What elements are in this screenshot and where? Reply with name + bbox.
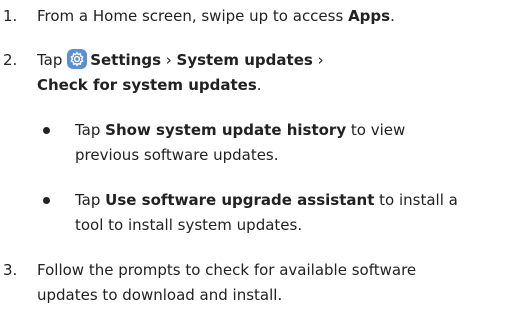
instructions-document: 1. From a Home screen, swipe up to acces…	[0, 0, 522, 319]
step-number: 1.	[3, 7, 18, 25]
check-updates-label: Check for system updates	[37, 76, 257, 94]
substep-text-cont: previous software updates.	[75, 146, 279, 164]
history-label: Show system update history	[105, 121, 347, 139]
settings-label: Settings	[90, 51, 161, 69]
substep-text: Tap Use software upgrade assistant to in…	[75, 191, 458, 209]
step-number: 2.	[3, 51, 18, 69]
substep-text-cont: tool to install system updates.	[75, 216, 303, 234]
step-text-cont: Check for system updates.	[37, 76, 262, 94]
bullet-icon	[43, 127, 50, 134]
assistant-label: Use software upgrade assistant	[105, 191, 375, 209]
step-text-cont: updates to download and install.	[37, 286, 283, 304]
bullet-icon	[43, 197, 50, 204]
step-number: 3.	[3, 261, 18, 279]
step-text: From a Home screen, swipe up to access A…	[37, 7, 395, 25]
substep-text: Tap Show system update history to view	[75, 121, 406, 139]
step-text: Follow the prompts to check for availabl…	[37, 261, 417, 279]
settings-gear-icon	[67, 49, 88, 69]
system-updates-label: System updates	[176, 51, 313, 69]
apps-label: Apps	[348, 7, 391, 25]
step-text: Tap Settings › System updates ›	[37, 49, 324, 69]
